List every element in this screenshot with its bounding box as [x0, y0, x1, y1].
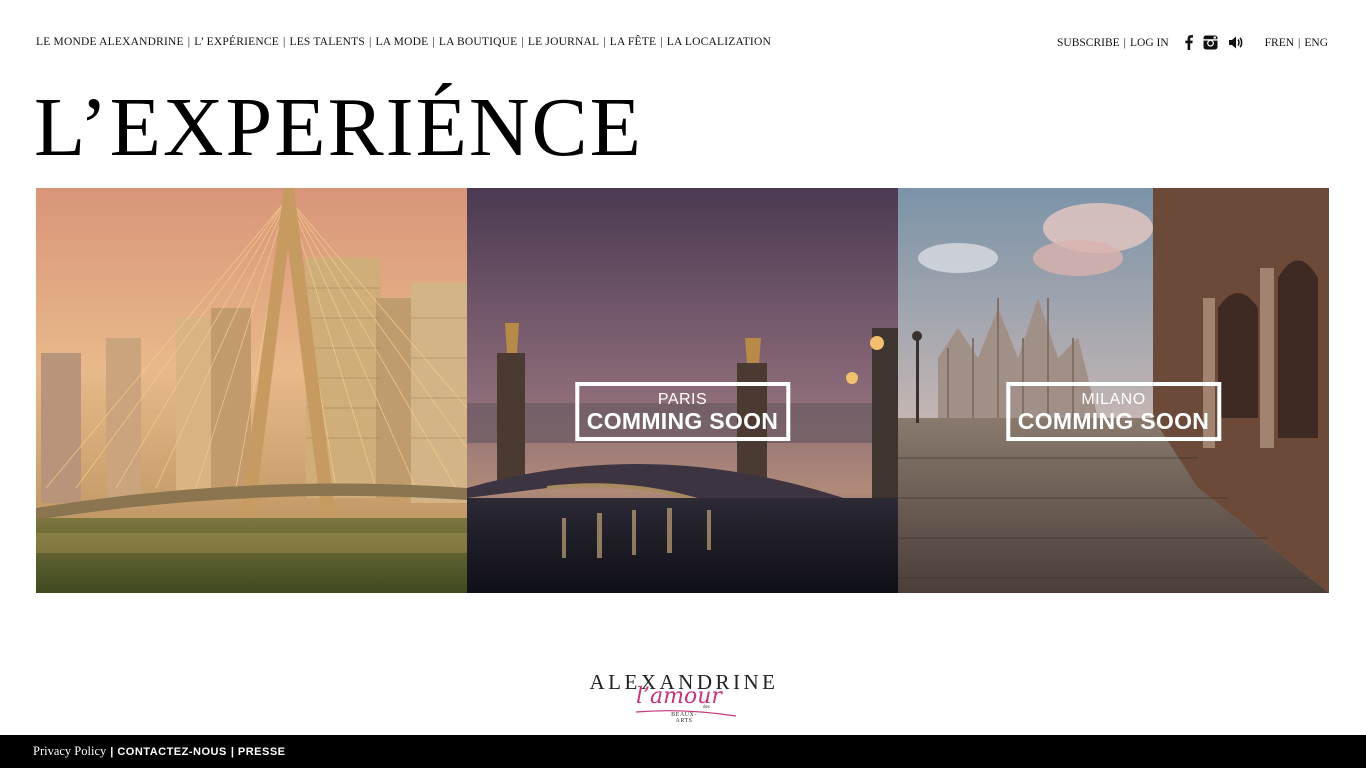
panel-milano[interactable]: MILANO COMMING SOON — [898, 188, 1329, 593]
main-nav: LE MONDE ALEXANDRINE | L’ EXPÉRIENCE | LES T… — [36, 36, 771, 48]
panel-sao-paulo[interactable] — [36, 188, 467, 593]
nav-separator: | — [368, 36, 372, 48]
badge-city: PARIS — [657, 391, 708, 408]
nav-item-localization[interactable]: LA LOCALIZATION — [667, 36, 771, 48]
panel-paris[interactable]: PARIS COMMING SOON — [467, 188, 898, 593]
facebook-icon[interactable] — [1185, 35, 1193, 50]
nav-item-boutique[interactable]: LA BOUTIQUE — [439, 36, 518, 48]
paris-coming-soon-badge[interactable]: PARIS COMMING SOON — [574, 382, 791, 441]
nav-separator: | — [432, 36, 435, 48]
nav-separator: | — [660, 36, 663, 48]
badge-city: MILANO — [1081, 391, 1146, 408]
nav-separator: | — [282, 36, 286, 48]
nav-item-journal[interactable]: LE JOURNAL — [528, 36, 599, 48]
nav-item-experience[interactable]: L’ EXPÉRIENCE — [194, 36, 279, 48]
language-separator: | — [1298, 36, 1301, 49]
instagram-icon[interactable] — [1203, 35, 1218, 50]
privacy-policy-link[interactable]: Privacy Policy — [33, 744, 106, 759]
sao-paulo-bridge-image — [36, 188, 467, 593]
footer-bar: Privacy Policy | CONTACTEZ-NOUS | PRESSE — [0, 735, 1366, 768]
badge-status: COMMING SOON — [1017, 408, 1210, 434]
contact-link[interactable]: CONTACTEZ-NOUS — [117, 746, 226, 758]
footer-separator: | — [230, 745, 234, 758]
sound-icon[interactable] — [1228, 35, 1243, 50]
milano-coming-soon-badge[interactable]: MILANO COMMING SOON — [1005, 382, 1222, 441]
presse-link[interactable]: PRESSE — [238, 746, 286, 758]
nav-item-talents[interactable]: LES TALENTS — [289, 36, 365, 48]
badge-status: COMMING SOON — [586, 408, 779, 434]
subscribe-link[interactable]: SUBSCRIBE — [1057, 37, 1120, 49]
nav-item-fete[interactable]: LA FÊTE — [610, 36, 656, 48]
social-links — [1185, 35, 1243, 50]
account-separator: | — [1123, 36, 1126, 49]
language-en[interactable]: ENG — [1304, 37, 1328, 49]
nav-separator: | — [521, 36, 524, 48]
logo-beaux-arts: BEAUX-ARTS — [671, 712, 697, 724]
nav-item-le-monde[interactable]: LE MONDE ALEXANDRINE — [36, 36, 184, 48]
logo-des: des — [703, 705, 710, 710]
alexandrine-logo[interactable]: ALEXANDRINE l’amour des BEAUX-ARTS — [584, 670, 784, 724]
language-fr[interactable]: FREN — [1265, 37, 1294, 49]
nav-separator: | — [187, 36, 191, 48]
destination-panels: PARIS COMMING SOON MILANO COMMING SOON — [36, 188, 1329, 593]
nav-separator: | — [603, 36, 606, 48]
nav-item-mode[interactable]: LA MODE — [375, 36, 428, 48]
login-link[interactable]: LOG IN — [1130, 37, 1169, 49]
page-title: L’EXPERIÉNCE — [34, 81, 643, 174]
footer-separator: | — [110, 745, 114, 758]
account-nav: SUBSCRIBE | LOG IN FREN | ENG — [1057, 35, 1328, 50]
